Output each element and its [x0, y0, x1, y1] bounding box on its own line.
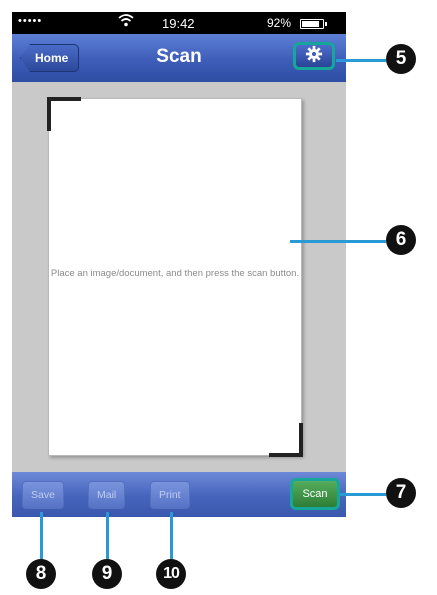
preview-placeholder-text: Place an image/document, and then press …	[50, 268, 300, 279]
callout-line-scan	[340, 493, 386, 496]
bottom-toolbar: Save Mail Print Scan	[12, 472, 346, 517]
callout-line-print	[170, 512, 173, 560]
phone-screen: ••••• 19:42 92% Home Scan Place an image…	[12, 12, 346, 517]
status-time: 19:42	[162, 16, 195, 31]
gear-icon	[305, 45, 323, 68]
settings-button[interactable]	[293, 42, 335, 70]
document-preview: Place an image/document, and then press …	[47, 97, 303, 457]
callout-badge-7: 7	[386, 478, 416, 508]
callout-line-preview	[290, 240, 386, 243]
scan-button[interactable]: Scan	[290, 478, 340, 510]
crop-corner-top-left[interactable]	[47, 97, 81, 131]
mail-button[interactable]: Mail	[88, 481, 126, 509]
signal-strength: •••••	[18, 15, 43, 27]
scan-preview-area: Place an image/document, and then press …	[12, 82, 346, 472]
status-bar: ••••• 19:42 92%	[12, 12, 346, 34]
callout-badge-5: 5	[386, 44, 416, 74]
callout-line-save	[40, 512, 43, 560]
crop-corner-bottom-right[interactable]	[269, 423, 303, 457]
callout-badge-10: 10	[156, 559, 186, 589]
battery-icon	[300, 19, 327, 29]
callout-badge-6: 6	[386, 225, 416, 255]
navigation-bar: Home Scan	[12, 34, 346, 83]
callout-badge-8: 8	[26, 559, 56, 589]
print-button[interactable]: Print	[150, 481, 190, 509]
battery-percent: 92%	[267, 16, 292, 30]
wifi-icon	[118, 13, 134, 30]
callout-line-mail	[106, 512, 109, 560]
callout-badge-9: 9	[92, 559, 122, 589]
save-button[interactable]: Save	[22, 481, 64, 509]
callout-line-settings	[336, 59, 386, 62]
